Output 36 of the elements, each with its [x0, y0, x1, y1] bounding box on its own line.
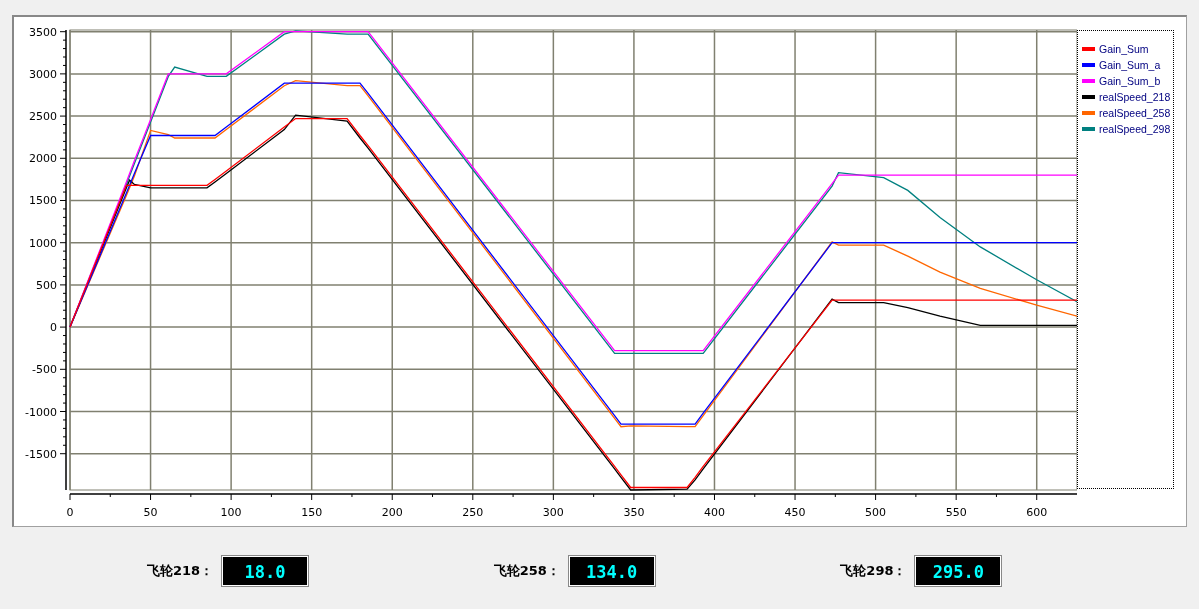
x-tick-label: 550: [945, 506, 967, 519]
y-tick-label: 1500: [29, 194, 57, 208]
x-tick-label: 300: [542, 506, 564, 519]
legend-label: Gain_Sum_b: [1099, 75, 1161, 87]
y-tick-label: -500: [32, 363, 57, 377]
x-tick-label: 150: [301, 506, 323, 519]
y-tick-label: 3000: [29, 67, 57, 81]
y-tick-label: -1000: [25, 405, 57, 419]
x-tick-label: 0: [66, 506, 74, 519]
x-tick-label: 250: [462, 506, 484, 519]
x-tick-label: 500: [865, 506, 887, 519]
x-tick-label: 400: [704, 506, 725, 519]
x-tick-label: 350: [623, 506, 645, 519]
y-tick-label: 2000: [29, 152, 57, 166]
x-tick-label: 600: [1026, 506, 1048, 519]
readout-label: 飞轮258：: [493, 562, 561, 580]
readout-value: 295.0: [915, 556, 1002, 586]
readout-value: 18.0: [222, 556, 308, 586]
x-tick-label: 200: [381, 506, 403, 519]
y-tick-label: -1500: [25, 447, 57, 461]
x-tick-label: 450: [784, 506, 806, 519]
y-tick-label: 500: [36, 278, 57, 292]
readout-value: 134.0: [568, 556, 655, 586]
y-tick-label: 3500: [29, 25, 57, 39]
legend-label: realSpeed_298: [1099, 123, 1171, 135]
legend-label: realSpeed_218: [1099, 91, 1171, 103]
readout-label: 飞轮218：: [147, 562, 215, 580]
legend-label: Gain_Sum: [1099, 43, 1149, 55]
y-tick-label: 0: [50, 321, 57, 335]
y-tick-label: 1000: [29, 236, 57, 250]
y-tick-label: 2500: [29, 110, 57, 124]
legend-label: Gain_Sum_a: [1099, 59, 1161, 71]
legend-label: realSpeed_258: [1099, 107, 1171, 119]
x-tick-label: 50: [143, 506, 158, 519]
x-tick-label: 100: [220, 506, 242, 519]
readout-label: 飞轮298：: [840, 562, 908, 580]
